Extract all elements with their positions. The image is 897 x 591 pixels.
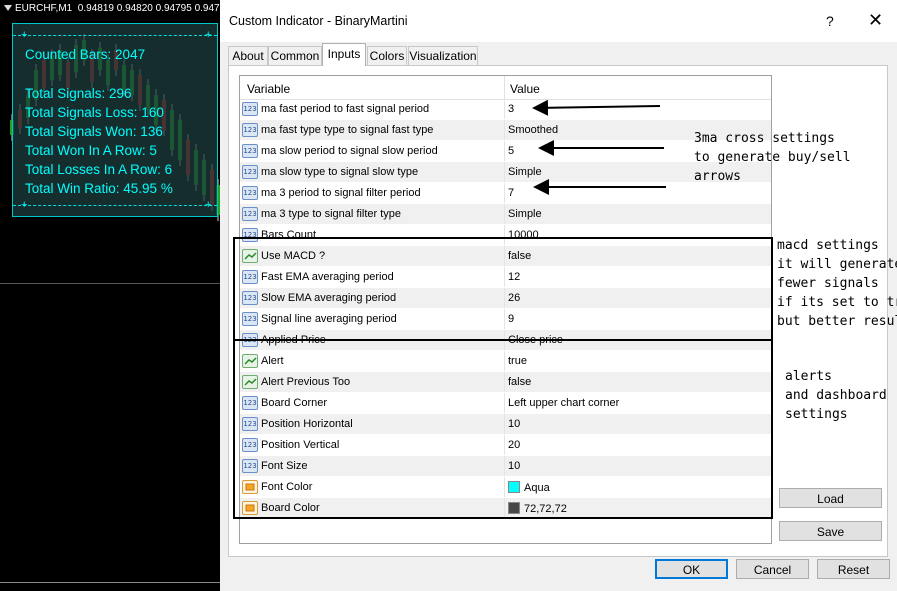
column-header-variable[interactable]: Variable bbox=[247, 82, 290, 96]
number-param-icon: 123 bbox=[242, 207, 258, 221]
param-name: ma 3 period to signal filter period bbox=[261, 187, 421, 199]
macd-highlight-box bbox=[233, 237, 773, 341]
param-value[interactable]: 7 bbox=[508, 187, 514, 199]
column-header-value[interactable]: Value bbox=[510, 82, 540, 96]
column-divider bbox=[504, 99, 505, 119]
param-name: ma fast type type to signal fast type bbox=[261, 124, 434, 136]
param-name: ma slow type to signal slow type bbox=[261, 166, 419, 178]
annotation-macd-settings: macd settings it will generate fewer sig… bbox=[777, 238, 897, 329]
grid-row[interactable]: 123 ma fast type type to signal fast type… bbox=[240, 120, 771, 141]
tab-visualization[interactable]: Visualization bbox=[408, 46, 478, 65]
dashboard-line: Counted Bars: 2047 bbox=[25, 47, 146, 62]
dropdown-icon bbox=[4, 5, 12, 12]
param-value[interactable]: 5 bbox=[508, 145, 514, 157]
dialog-title: Custom Indicator - BinaryMartini bbox=[229, 14, 408, 28]
tab-inputs[interactable]: Inputs bbox=[322, 43, 366, 66]
param-value-text: 7 bbox=[508, 187, 515, 199]
param-value[interactable]: Simple bbox=[508, 166, 542, 178]
price-level-line bbox=[0, 283, 220, 284]
param-name: ma 3 type to signal filter type bbox=[261, 208, 402, 220]
column-divider bbox=[504, 120, 505, 140]
chart-title: EURCHF,M1 0.94819 0.94820 0.94795 0.9479… bbox=[4, 3, 220, 14]
param-value-text: Smoothed bbox=[508, 124, 559, 136]
param-value-text: 3 bbox=[508, 103, 515, 115]
param-value-text: Simple bbox=[508, 166, 542, 178]
dashboard-line: Total Losses In A Row: 6 bbox=[25, 162, 173, 177]
time-axis bbox=[0, 582, 220, 591]
dashboard-top-border bbox=[13, 35, 217, 36]
grid-header: Variable Value bbox=[240, 76, 771, 100]
ok-button[interactable]: OK bbox=[655, 559, 728, 579]
dashboard-line: Total Win Ratio: 45.95 % bbox=[25, 181, 173, 196]
annotation-alerts-settings: alerts and dashboard settings bbox=[785, 369, 887, 422]
close-icon[interactable]: ✕ bbox=[868, 10, 883, 31]
column-divider bbox=[504, 183, 505, 203]
dashboard-line: Total Signals Won: 136 bbox=[25, 124, 163, 139]
grid-row[interactable]: 123 ma 3 period to signal filter period 7 bbox=[240, 183, 771, 204]
tab-common[interactable]: Common bbox=[268, 46, 322, 65]
column-divider bbox=[504, 204, 505, 224]
load-button[interactable]: Load bbox=[779, 488, 882, 508]
number-param-icon: 123 bbox=[242, 123, 258, 137]
tab-colors[interactable]: Colors bbox=[367, 46, 407, 65]
grid-row[interactable]: 123 ma slow type to signal slow type Simpl… bbox=[240, 162, 771, 183]
param-value-text: 5 bbox=[508, 145, 515, 157]
number-param-icon: 123 bbox=[242, 102, 258, 116]
dialog-titlebar[interactable]: Custom Indicator - BinaryMartini ? ✕ bbox=[220, 0, 897, 42]
plus-icon: + bbox=[205, 29, 212, 41]
grid-row[interactable]: 123 ma fast period to fast signal period 3 bbox=[240, 99, 771, 120]
grid-row[interactable]: 123 ma slow period to signal slow period 5 bbox=[240, 141, 771, 162]
number-param-icon: 123 bbox=[242, 165, 258, 179]
tab-about[interactable]: About bbox=[228, 46, 268, 65]
param-value[interactable]: 3 bbox=[508, 103, 514, 115]
plus-icon: + bbox=[21, 29, 28, 41]
chart-symbol: EURCHF,M1 bbox=[15, 3, 73, 14]
column-divider bbox=[504, 141, 505, 161]
plus-icon: + bbox=[21, 199, 28, 211]
price-chart[interactable]: EURCHF,M1 0.94819 0.94820 0.94795 0.9479… bbox=[0, 0, 220, 591]
param-name: ma fast period to fast signal period bbox=[261, 103, 430, 115]
reset-button[interactable]: Reset bbox=[817, 559, 890, 579]
annotation-ma-settings: 3ma cross settings to generate buy/sell … bbox=[694, 131, 851, 184]
plus-icon: + bbox=[205, 199, 212, 211]
dashboard-line: Total Signals Loss: 160 bbox=[25, 105, 164, 120]
cancel-button[interactable]: Cancel bbox=[736, 559, 809, 579]
param-value-text: Simple bbox=[508, 208, 542, 220]
dashboard-bottom-border bbox=[13, 205, 217, 206]
column-divider bbox=[504, 162, 505, 182]
number-param-icon: 123 bbox=[242, 144, 258, 158]
help-icon[interactable]: ? bbox=[826, 13, 834, 29]
dashboard-panel: + + + + Counted Bars: 2047 Total Signals… bbox=[12, 23, 218, 217]
column-divider bbox=[504, 76, 505, 99]
dashboard-line: Total Won In A Row: 5 bbox=[25, 143, 157, 158]
param-name: ma slow period to signal slow period bbox=[261, 145, 438, 157]
param-value[interactable]: Smoothed bbox=[508, 124, 558, 136]
param-value[interactable]: Simple bbox=[508, 208, 542, 220]
alerts-highlight-box bbox=[233, 339, 773, 519]
dashboard-line: Total Signals: 296 bbox=[25, 86, 132, 101]
chart-quote: 0.94819 0.94820 0.94795 0.94799 bbox=[77, 3, 220, 14]
save-button[interactable]: Save bbox=[779, 521, 882, 541]
number-param-icon: 123 bbox=[242, 186, 258, 200]
grid-row[interactable]: 123 ma 3 type to signal filter type Simple bbox=[240, 204, 771, 225]
